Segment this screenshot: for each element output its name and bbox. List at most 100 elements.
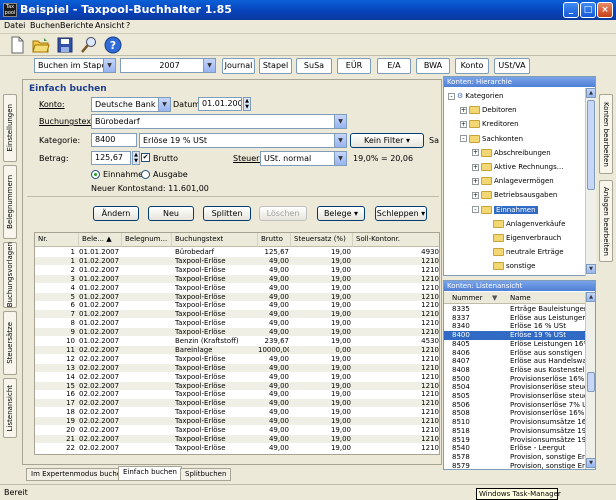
brutto-checkbox[interactable]: ✔	[141, 153, 150, 162]
menu-ansicht[interactable]: Ansicht	[95, 21, 125, 30]
chevron-down-icon[interactable]: ▼	[103, 59, 115, 72]
table-row[interactable]: 7 01.02.2007 Taxpool-Erlöse 49,00 19,00 1210	[35, 310, 439, 319]
table-row[interactable]: 12 02.02.2007 Taxpool-Erlöse 49,00 19,00 1210	[35, 355, 439, 363]
aendern-button[interactable]: Ändern	[93, 206, 139, 221]
table-row[interactable]: 15 02.02.2007 Taxpool-Erlöse 49,00 19,00 1210	[35, 381, 439, 390]
chevron-down-icon[interactable]: ▼	[158, 98, 170, 111]
susa-button[interactable]: SuSa	[296, 58, 332, 74]
open-folder-icon[interactable]	[32, 36, 50, 54]
list-item[interactable]: 8335 Erträge Bauleistungen	[444, 305, 585, 314]
table-row[interactable]: 3 01.02.2007 Taxpool-Erlöse 49,00 19,00 1210	[35, 274, 439, 283]
datum-field[interactable]: 01.01.2007	[198, 97, 242, 111]
table-row[interactable]: 21 02.02.2007 Taxpool-Erlöse 49,00 19,00 1210	[35, 434, 439, 444]
tab-anlagen-bearbeiten[interactable]: Anlagen bearbeiten	[599, 180, 613, 262]
year-combo[interactable]: 2007 ▼	[120, 58, 216, 73]
table-row[interactable]: 14 02.02.2007 Taxpool-Erlöse 49,00 19,00 1210	[35, 373, 439, 381]
list-item[interactable]: 8505 Provisionserlöse steuer	[444, 392, 585, 401]
menu-buchen[interactable]: Buchen	[30, 21, 60, 30]
minimize-button[interactable]: _	[563, 2, 579, 18]
list-item[interactable]: 8407 Erlöse aus Handelsware	[444, 357, 585, 366]
tab-einstellungen[interactable]: Einstellungen	[3, 94, 17, 162]
ustva-button[interactable]: USt/VA	[494, 58, 530, 74]
steuern-combo[interactable]: USt. normal ▼	[260, 151, 347, 166]
column-header-brutto[interactable]: Brutto	[258, 233, 291, 247]
buchungstext-combo[interactable]: Bürobedarf ▼	[91, 114, 347, 129]
maximize-button[interactable]: □	[580, 2, 596, 18]
tree-node[interactable]: + Debitoren	[460, 105, 517, 116]
tree-node[interactable]: - Sachkonten	[460, 134, 523, 145]
collapse-icon[interactable]: -	[472, 206, 479, 214]
new-document-icon[interactable]	[8, 36, 26, 54]
expand-icon[interactable]: +	[472, 177, 479, 185]
tree-node[interactable]: - Einnahmen	[472, 205, 538, 216]
table-row[interactable]: 17 02.02.2007 Taxpool-Erlöse 49,00 19,00 1210	[35, 399, 439, 408]
table-row[interactable]: 2 01.02.2007 Taxpool-Erlöse 49,00 19,00 1210	[35, 266, 439, 274]
betrag-spinner[interactable]: ▲ ▼	[132, 151, 140, 165]
list-item[interactable]: 8540 Erlöse - Leergut	[444, 444, 585, 453]
euer-button[interactable]: EÜR	[337, 58, 371, 74]
column-header-belegdatum[interactable]: Bele... ▲	[79, 233, 122, 247]
table-row[interactable]: 20 02.02.2007 Taxpool-Erlöse 49,00 19,00 1210	[35, 426, 439, 434]
datum-spinner[interactable]: ▲ ▼	[243, 97, 251, 111]
list-item[interactable]: 8508 Provisionserlöse 16% U	[444, 409, 585, 418]
column-header-buchungstext[interactable]: Buchungstext	[172, 233, 258, 247]
expand-icon[interactable]: +	[472, 163, 479, 171]
tab-buchungsvorlagen[interactable]: Buchungsvorlagen	[3, 242, 17, 308]
tree-node[interactable]: sonstige	[484, 261, 535, 272]
scroll-up-icon[interactable]: ▲	[586, 292, 595, 302]
tree-node[interactable]: Eigenverbrauch	[484, 233, 561, 244]
column-header-belegnummer[interactable]: Belegnum...	[122, 233, 172, 247]
list-item[interactable]: 8408 Erlöse aus Kostenstelle	[444, 366, 585, 375]
column-header-steuersatz[interactable]: Steuersatz (%)	[291, 233, 353, 247]
table-row[interactable]: 13 02.02.2007 Taxpool-Erlöse 49,00 19,00 1210	[35, 363, 439, 372]
list-item[interactable]: 8337 Erlöse aus Leistungen,	[444, 314, 585, 323]
neu-button[interactable]: Neu	[148, 206, 194, 221]
expand-icon[interactable]: +	[460, 120, 467, 128]
list-item[interactable]: 8400 Erlöse 19 % USt	[444, 331, 585, 341]
tab-listenansicht[interactable]: Listenansicht	[3, 378, 17, 438]
tree-node[interactable]: - ⚙ Kategorien	[448, 91, 503, 102]
collapse-icon[interactable]: -	[448, 92, 455, 100]
scroll-down-icon[interactable]: ▼	[586, 264, 596, 274]
table-row[interactable]: 22 02.02.2007 Taxpool-Erlöse 49,00 19,00 1210	[35, 444, 439, 452]
list-scrollbar[interactable]: ▲ ▼	[585, 292, 595, 469]
list-item[interactable]: 8340 Erlöse 16 % USt	[444, 322, 585, 331]
mode-combo[interactable]: Buchen im Stapel ▼	[34, 58, 116, 73]
tab-steuersaetze[interactable]: Steuersätze	[3, 311, 17, 375]
table-row[interactable]: 8 01.02.2007 Taxpool-Erlöse 49,00 19,00 1210	[35, 319, 439, 327]
expand-icon[interactable]: +	[460, 106, 467, 114]
tree-node[interactable]: + Betriebsausgaben	[472, 190, 557, 201]
chevron-down-icon[interactable]: ▼	[334, 115, 346, 128]
expand-icon[interactable]: +	[472, 149, 479, 157]
tree-node[interactable]: + Aktive Rechnungs...	[472, 162, 563, 173]
column-header-soll-kontonr[interactable]: Soll-Kontonr.	[353, 233, 439, 247]
chevron-down-icon[interactable]: ▼	[203, 59, 215, 72]
chevron-down-icon[interactable]: ▼	[334, 152, 346, 165]
chevron-down-icon[interactable]: ▼	[334, 134, 346, 147]
list-item[interactable]: 8519 Provisionsumsätze 19 %	[444, 436, 585, 445]
table-row[interactable]: 1 01.01.2007 Bürobedarf 125,67 19,00 4930	[35, 248, 439, 256]
journal-button[interactable]: Journal	[222, 58, 255, 74]
table-row[interactable]: 6 01.02.2007 Taxpool-Erlöse 49,00 19,00 1210	[35, 301, 439, 309]
konto-combo[interactable]: Deutsche Bank ▼	[91, 97, 171, 112]
konto-button[interactable]: Konto	[455, 58, 489, 74]
kategorie-number-field[interactable]: 8400	[91, 133, 137, 147]
save-disk-icon[interactable]	[56, 36, 74, 54]
tree-node[interactable]: Anlagenverkäufe	[484, 219, 565, 230]
einnahme-radio[interactable]	[91, 170, 100, 179]
menu-berichte[interactable]: Berichte	[60, 21, 93, 30]
table-row[interactable]: 9 01.02.2007 Taxpool-Erlöse 49,00 19,00 1210	[35, 328, 439, 337]
tree-node[interactable]: + Abschreibungen	[472, 148, 551, 159]
tree-scrollbar[interactable]: ▲ ▼	[585, 88, 596, 276]
menu-help[interactable]: ?	[126, 21, 130, 30]
list-item[interactable]: 8510 Provisionsumsätze 16 %	[444, 418, 585, 427]
tab-konten-bearbeiten[interactable]: Konten bearbeiten	[599, 94, 613, 174]
list-item[interactable]: 8579 Provision, sonstige Ertr	[444, 462, 585, 469]
schleppen-button[interactable]: Schleppen ▾	[375, 206, 427, 221]
tab-einfach-buchen[interactable]: Einfach buchen	[118, 466, 182, 481]
tree-node[interactable]: neutrale Erträge	[484, 247, 564, 258]
collapse-icon[interactable]: -	[460, 135, 467, 143]
loeschen-button[interactable]: Löschen	[259, 206, 307, 221]
table-row[interactable]: 16 02.02.2007 Taxpool-Erlöse 49,00 19,00 1210	[35, 390, 439, 398]
expand-icon[interactable]: +	[472, 191, 479, 199]
